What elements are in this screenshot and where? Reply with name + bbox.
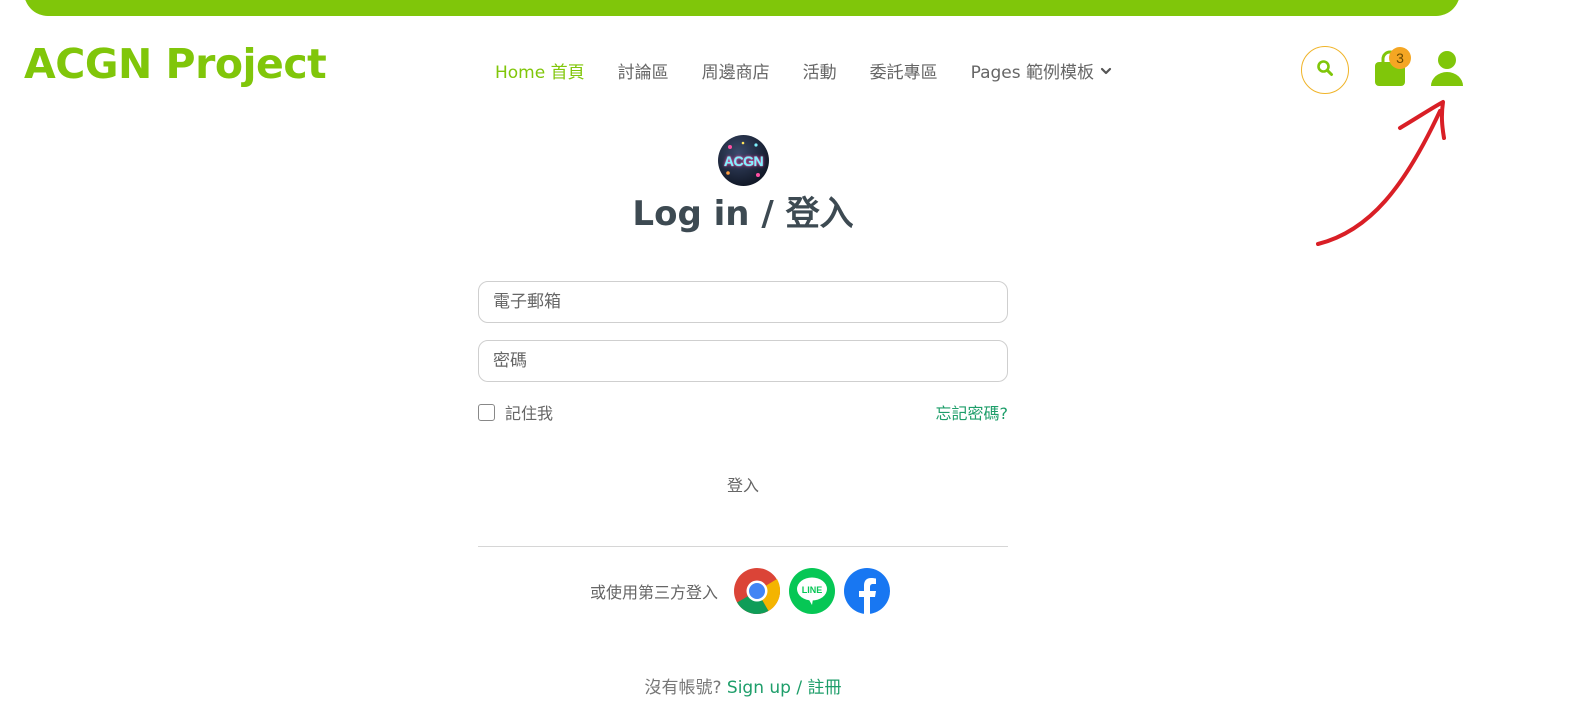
nav-item-forum[interactable]: 討論區 [618,58,669,83]
forgot-password-link[interactable]: 忘記密碼? [936,400,1009,424]
password-field[interactable] [478,340,1008,382]
site-logo[interactable]: ACGN Project [24,40,327,88]
remember-me-checkbox[interactable] [478,403,495,421]
social-login-text: 或使用第三方登入 [590,583,719,602]
nav-item-shop[interactable]: 周邊商店 [702,58,770,83]
cart-button[interactable]: 3 [1373,47,1411,88]
social-login: 或使用第三方登入 LINE [590,567,891,615]
remember-me-label: 記住我 [505,404,554,423]
nav-item-commission[interactable]: 委託專區 [870,58,938,83]
nav-item-home[interactable]: Home 首頁 [495,58,585,83]
svg-text:LINE: LINE [802,585,823,595]
email-field[interactable] [478,281,1008,323]
user-icon [1430,51,1464,92]
nav-item-pages-label: Pages 範例模板 [970,63,1095,83]
chevron-down-icon [1100,66,1112,76]
divider [478,546,1008,547]
google-chrome-icon[interactable] [733,567,781,615]
site-avatar: ACGN [718,135,769,186]
shopping-bag-icon [1373,50,1407,92]
search-icon [1316,59,1334,81]
page-title: Log in / 登入 [632,194,854,234]
cart-count-badge: 3 [1389,47,1411,69]
search-button[interactable] [1301,46,1349,94]
no-account-text: 沒有帳號? [644,678,722,698]
line-icon[interactable]: LINE [788,567,836,615]
login-button[interactable]: 登入 [0,472,1486,496]
top-accent-bar [24,0,1460,16]
signup-prompt: 沒有帳號? Sign up / 註冊 [0,673,1486,698]
nav-item-events[interactable]: 活動 [803,58,837,83]
nav-item-pages[interactable]: Pages 範例模板 [971,58,1112,83]
main-nav: Home 首頁 討論區 周邊商店 活動 委託專區 Pages 範例模板 [495,58,1145,83]
remember-me[interactable]: 記住我 [478,400,553,424]
facebook-icon[interactable] [843,567,891,615]
user-account-button[interactable] [1430,50,1464,92]
signup-link[interactable]: Sign up / 註冊 [727,678,842,698]
